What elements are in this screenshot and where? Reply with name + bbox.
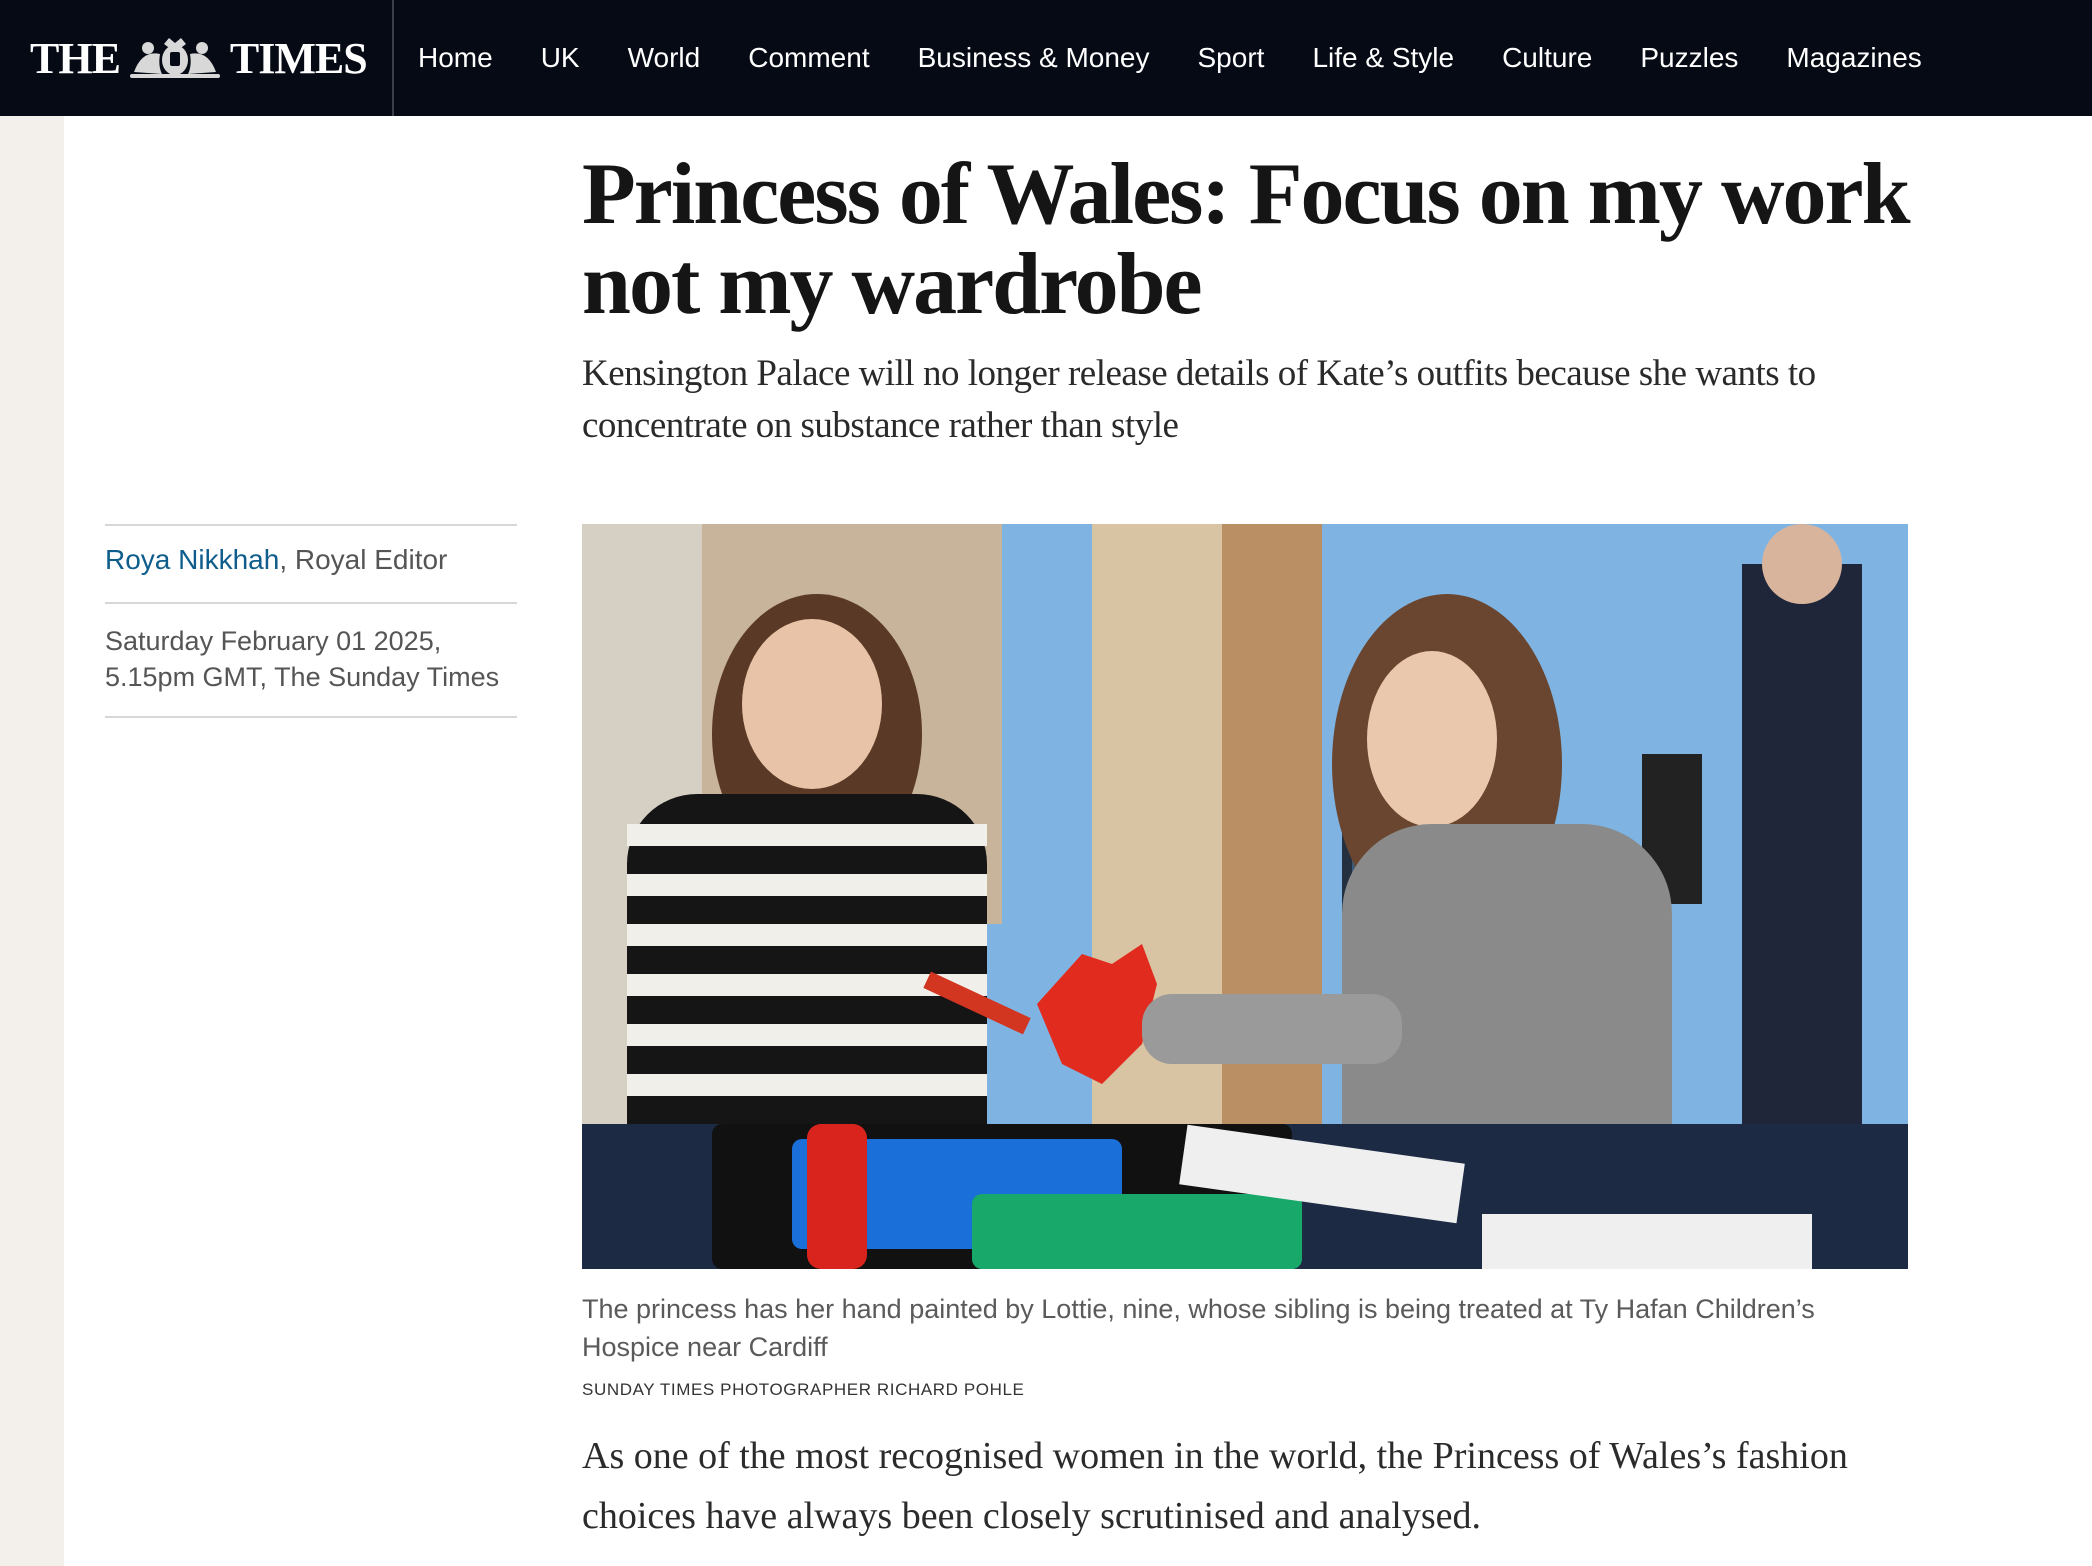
section-nav: Home UK World Comment Business & Money S… — [394, 0, 1946, 116]
byline: Roya Nikkhah, Royal Editor — [105, 544, 447, 576]
nav-item-sport[interactable]: Sport — [1198, 42, 1265, 74]
photo-credit: SUNDAY TIMES PHOTOGRAPHER RICHARD POHLE — [582, 1380, 1025, 1399]
nav-item-business-money[interactable]: Business & Money — [918, 42, 1150, 74]
nav-item-uk[interactable]: UK — [541, 42, 580, 74]
nav-item-magazines[interactable]: Magazines — [1786, 42, 1921, 74]
byline-divider-bottom — [105, 716, 517, 718]
author-role: , Royal Editor — [279, 544, 448, 575]
article-headline: Princess of Wales: Focus on my work not … — [582, 146, 1911, 333]
article-body-first-paragraph: As one of the most recognised women in t… — [582, 1435, 1848, 1537]
nav-item-culture[interactable]: Culture — [1502, 42, 1592, 74]
author-link[interactable]: Roya Nikkhah — [105, 544, 279, 575]
nav-item-puzzles[interactable]: Puzzles — [1640, 42, 1738, 74]
dateline: Saturday February 01 2025, 5.15pm GMT, T… — [105, 626, 500, 692]
logo-text-times: TIMES — [229, 33, 368, 83]
article-standfirst: Kensington Palace will no longer release… — [582, 353, 1816, 446]
nav-item-life-style[interactable]: Life & Style — [1312, 42, 1454, 74]
photo-caption: The princess has her hand painted by Lot… — [582, 1294, 1815, 1362]
top-navigation-bar: THE TIMES Home UK World Comment Business… — [0, 0, 2092, 116]
nav-item-world[interactable]: World — [628, 42, 701, 74]
byline-divider-top — [105, 524, 517, 526]
royal-crest-icon — [129, 38, 220, 78]
times-logo[interactable]: THE TIMES — [30, 0, 392, 116]
article-photo[interactable] — [582, 524, 1908, 1269]
left-gutter — [0, 116, 64, 1566]
nav-item-home[interactable]: Home — [418, 42, 493, 74]
nav-item-comment[interactable]: Comment — [748, 42, 869, 74]
logo-text-the: THE — [30, 33, 121, 83]
byline-divider-middle — [105, 602, 517, 604]
photo-illustration — [582, 524, 1908, 1269]
